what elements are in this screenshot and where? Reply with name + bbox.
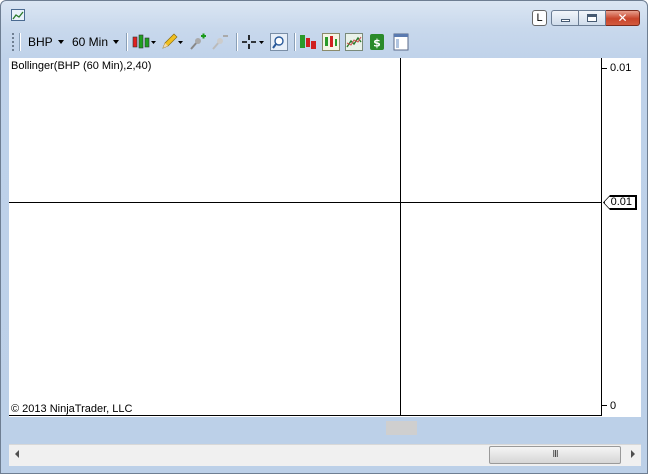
scroll-right-icon[interactable] bbox=[631, 450, 635, 458]
horizontal-scrollbar[interactable]: III bbox=[9, 444, 641, 466]
chart-panel[interactable]: Bollinger(BHP (60 Min),2,40) © 2013 Ninj… bbox=[9, 58, 641, 417]
zoom-icon bbox=[270, 33, 288, 51]
scroll-left-icon[interactable] bbox=[15, 450, 19, 458]
instrument-dropdown[interactable]: BHP bbox=[28, 34, 64, 50]
add-indicator-icon bbox=[190, 33, 206, 50]
chevron-down-icon bbox=[113, 40, 120, 44]
zoom-button[interactable] bbox=[270, 33, 288, 51]
money-icon: $ bbox=[370, 34, 384, 50]
properties-icon bbox=[322, 33, 340, 51]
crosshair-icon bbox=[242, 35, 264, 49]
interval-dropdown[interactable]: 60 Min bbox=[72, 34, 120, 50]
toolbar-separator bbox=[126, 33, 128, 51]
crosshair-button[interactable] bbox=[240, 33, 266, 51]
title-bar[interactable]: L ✕ bbox=[1, 1, 647, 29]
scrollbar-thumb[interactable]: III bbox=[489, 446, 621, 464]
toolbar-separator bbox=[294, 33, 296, 51]
strategy-icon bbox=[300, 35, 316, 49]
chart-toolbar: BHP 60 Min $ bbox=[8, 30, 641, 54]
link-button[interactable]: L bbox=[532, 10, 547, 26]
axis-tick bbox=[602, 405, 607, 406]
chevron-down-icon bbox=[57, 40, 64, 44]
axis-label-top: 0.01 bbox=[610, 62, 632, 74]
strategy-button[interactable] bbox=[299, 33, 317, 51]
chart-trader-button[interactable] bbox=[345, 33, 363, 51]
indicator-label[interactable]: Bollinger(BHP (60 Min),2,40) bbox=[11, 60, 151, 72]
template-button[interactable] bbox=[392, 33, 410, 51]
copyright-text: © 2013 NinjaTrader, LLC bbox=[11, 403, 133, 415]
instrument-label: BHP bbox=[28, 35, 53, 49]
minimize-button[interactable] bbox=[551, 10, 579, 26]
price-marker: 0.01 bbox=[604, 196, 636, 209]
price-plot[interactable]: Bollinger(BHP (60 Min),2,40) © 2013 Ninj… bbox=[9, 58, 602, 416]
axis-tick bbox=[602, 68, 607, 69]
chart-window: L ✕ BHP 60 Min $ Bollinger(BHP (60 Min),… bbox=[0, 0, 648, 474]
add-indicator-button[interactable] bbox=[189, 33, 207, 51]
chart-app-icon bbox=[11, 9, 25, 21]
maximize-button[interactable] bbox=[579, 10, 606, 26]
remove-indicator-icon bbox=[212, 35, 228, 50]
close-button[interactable]: ✕ bbox=[606, 10, 640, 26]
crosshair-horizontal-line bbox=[9, 202, 602, 203]
price-axis[interactable]: 0.01 0.01 0 bbox=[602, 58, 641, 416]
remove-indicator-button[interactable] bbox=[211, 33, 229, 51]
bar-type-icon bbox=[132, 34, 156, 49]
toolbar-grip[interactable] bbox=[12, 33, 14, 51]
money-button[interactable]: $ bbox=[368, 33, 386, 51]
draw-tool-button[interactable] bbox=[160, 33, 184, 51]
chart-properties-button[interactable] bbox=[322, 33, 340, 51]
template-icon bbox=[393, 33, 409, 51]
maximize-icon bbox=[587, 14, 597, 22]
pencil-icon bbox=[162, 33, 183, 49]
minimize-icon bbox=[561, 19, 570, 22]
bar-type-button[interactable] bbox=[131, 33, 157, 51]
toolbar-separator bbox=[236, 33, 238, 51]
time-axis-scroll-handle[interactable] bbox=[386, 421, 417, 435]
svg-text:$: $ bbox=[373, 37, 381, 50]
chart-trader-icon bbox=[345, 33, 363, 51]
axis-label-bottom: 0 bbox=[610, 400, 617, 412]
toolbar-separator bbox=[19, 33, 21, 51]
interval-label: 60 Min bbox=[72, 35, 109, 49]
crosshair-vertical-line bbox=[400, 58, 401, 416]
